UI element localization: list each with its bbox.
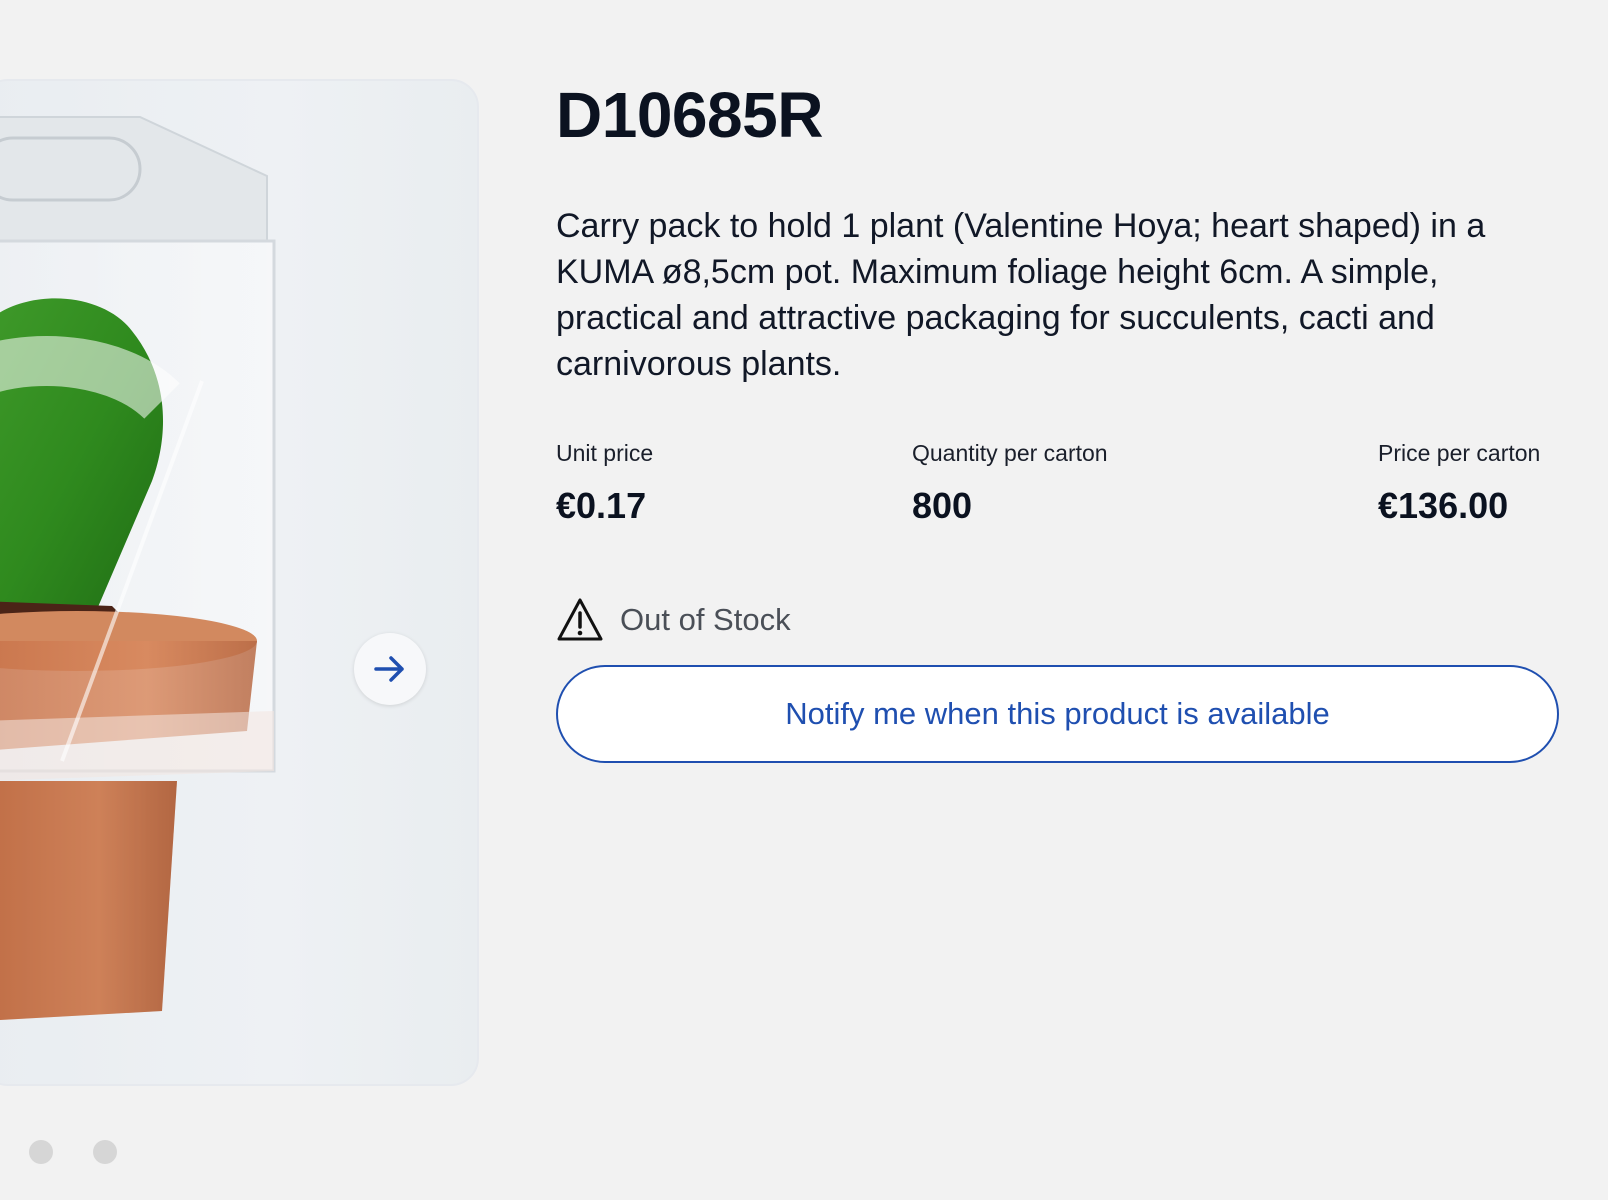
unit-price-block: Unit price €0.17 <box>556 440 653 527</box>
next-image-button[interactable] <box>354 633 426 705</box>
warning-triangle-icon <box>557 598 603 641</box>
quantity-label: Quantity per carton <box>912 440 1108 466</box>
unit-price-value: €0.17 <box>556 485 647 526</box>
quantity-block: Quantity per carton 800 <box>912 440 1108 527</box>
notify-availability-button[interactable]: Notify me when this product is available <box>556 665 1559 763</box>
carton-price-label: Price per carton <box>1378 440 1541 466</box>
product-image-card <box>0 79 479 1086</box>
carton-price-value: €136.00 <box>1378 485 1509 526</box>
quantity-value: 800 <box>912 485 973 526</box>
unit-price-label: Unit price <box>556 440 654 466</box>
gallery-dot-1[interactable] <box>29 1140 53 1164</box>
product-photo <box>0 116 276 1020</box>
stock-status: Out of Stock <box>556 597 791 643</box>
gallery-pagination <box>29 1140 117 1164</box>
product-code-title: D10685R <box>556 79 823 151</box>
arrow-right-icon <box>374 656 404 682</box>
product-description: Carry pack to hold 1 plant (Valentine Ho… <box>556 207 1486 383</box>
stock-status-text: Out of Stock <box>620 602 791 637</box>
gallery-dot-2[interactable] <box>93 1140 117 1164</box>
carton-price-block: Price per carton €136.00 <box>1378 440 1540 527</box>
